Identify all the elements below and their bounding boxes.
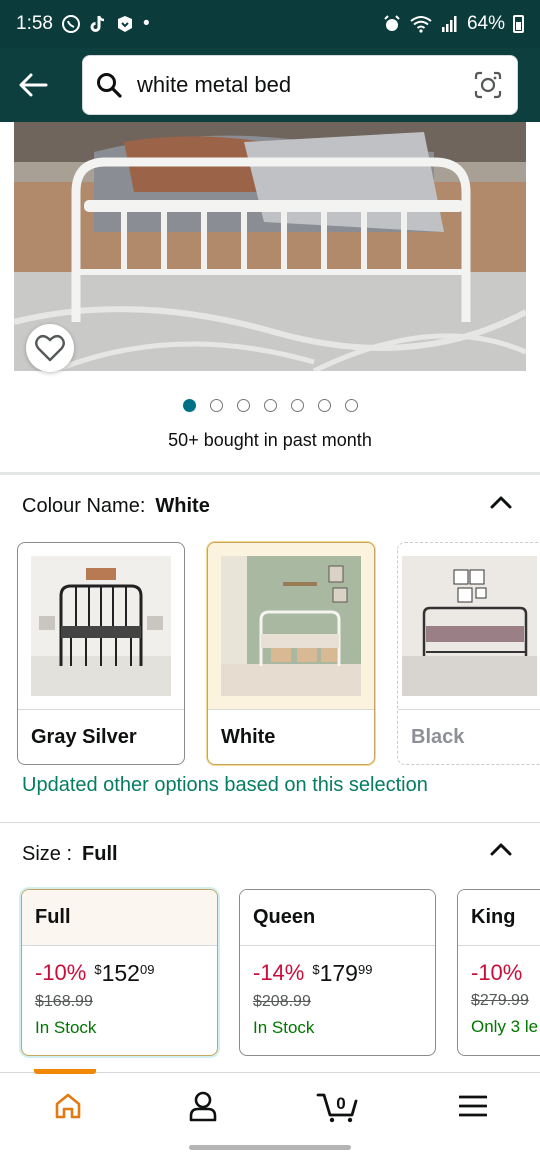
collapse-colour-button[interactable] — [488, 489, 514, 515]
bought-count-text: 50+ bought in past month — [168, 430, 372, 450]
pagination-dot[interactable] — [290, 399, 304, 412]
tiktok-icon — [89, 14, 107, 34]
camera-search-icon[interactable] — [473, 70, 503, 100]
price-whole: 179 — [319, 960, 358, 986]
back-arrow-icon — [19, 73, 48, 97]
price-fraction: 99 — [357, 962, 373, 977]
swatch-label: Black — [411, 726, 465, 748]
pagination-dot[interactable] — [317, 399, 331, 412]
list-price: $279.99 — [471, 992, 529, 1009]
colour-option-black[interactable]: Black — [397, 542, 540, 765]
pagination-dot[interactable] — [344, 399, 358, 412]
size-option-name: Full — [22, 890, 217, 946]
price-row: -10% $ 152 09 — [35, 960, 204, 987]
search-icon — [95, 71, 123, 99]
list-price: $168.99 — [35, 993, 93, 1010]
nav-account[interactable] — [135, 1073, 270, 1138]
status-time: 1:58 — [16, 13, 53, 34]
section-divider — [0, 472, 540, 475]
price-row: -14% $ 179 99 — [253, 960, 422, 987]
pagination-dot[interactable] — [182, 399, 196, 412]
stock-status: Only 3 le — [471, 1017, 539, 1036]
chevron-up-icon — [490, 843, 512, 856]
nav-cart[interactable]: 0 — [270, 1073, 405, 1138]
gesture-home-indicator[interactable] — [189, 1145, 351, 1150]
swatch-label: Gray Silver — [31, 726, 137, 748]
size-option-queen[interactable]: Queen -14% $ 179 99 $208.99 In Stock — [239, 889, 436, 1056]
heart-icon — [35, 334, 65, 362]
colour-option-gray-silver[interactable]: Gray Silver — [17, 542, 185, 765]
status-bar: 1:58 • 64% — [0, 0, 540, 48]
size-option-king[interactable]: King -10% $279.99 Only 3 le — [457, 889, 540, 1056]
alarm-icon — [383, 15, 401, 33]
cart-icon: 0 — [316, 1093, 357, 1122]
product-image[interactable] — [14, 122, 526, 371]
colour-name-header: Colour Name: White — [22, 495, 210, 518]
size-label: Size : — [22, 843, 73, 865]
whatsapp-icon — [61, 14, 81, 34]
size-header: Size : Full — [22, 843, 118, 866]
price-row: -10% — [471, 960, 527, 986]
image-pagination — [0, 399, 540, 412]
stock-status: In Stock — [35, 1018, 97, 1037]
swatch-image — [208, 543, 374, 710]
pagination-dot[interactable] — [263, 399, 277, 412]
stock-status: In Stock — [253, 1018, 315, 1037]
bottom-navigation: 0 — [0, 1069, 540, 1138]
swatch-image — [18, 543, 184, 710]
discount-percent: -14% — [253, 960, 305, 985]
price-fraction: 09 — [139, 962, 155, 977]
home-icon — [55, 1093, 80, 1118]
section-divider — [0, 822, 540, 823]
wifi-icon — [409, 15, 433, 33]
battery-icon — [513, 15, 524, 33]
pagination-dot[interactable] — [236, 399, 250, 412]
search-bar[interactable] — [82, 55, 518, 115]
active-tab-indicator — [34, 1069, 96, 1074]
battery-percent: 64% — [466, 13, 505, 34]
discount-percent: -10% — [471, 960, 523, 985]
status-dot: • — [142, 13, 150, 34]
app-header — [0, 48, 540, 122]
swatch-label: White — [221, 726, 276, 748]
size-option-full[interactable]: Full -10% $ 152 09 $168.99 In Stock — [21, 889, 218, 1056]
price-currency: $ — [94, 962, 102, 977]
nav-home[interactable] — [0, 1069, 135, 1138]
collapse-size-button[interactable] — [488, 836, 514, 862]
nav-menu[interactable] — [405, 1073, 540, 1138]
chevron-up-icon — [490, 496, 512, 509]
size-value: Full — [82, 843, 118, 865]
size-option-name: Queen — [240, 890, 435, 946]
list-price: $208.99 — [253, 993, 311, 1010]
app-notification-icon — [115, 14, 135, 34]
swatch-image — [398, 543, 540, 710]
account-icon — [189, 1091, 216, 1121]
discount-percent: -10% — [35, 960, 87, 985]
updated-options-note: Updated other options based on this sele… — [22, 774, 428, 796]
signal-icon — [441, 15, 459, 33]
back-button[interactable] — [14, 66, 52, 104]
favorite-button[interactable] — [26, 324, 74, 372]
price-currency: $ — [312, 962, 320, 977]
price-whole: 152 — [101, 960, 140, 986]
pagination-dot[interactable] — [209, 399, 223, 412]
cart-count: 0 — [336, 1094, 345, 1113]
colour-label: Colour Name: — [22, 495, 146, 517]
colour-value: White — [155, 495, 210, 517]
menu-icon — [458, 1095, 487, 1116]
size-option-name: King — [458, 890, 540, 946]
search-input[interactable] — [137, 72, 473, 98]
colour-option-white[interactable]: White — [207, 542, 375, 765]
